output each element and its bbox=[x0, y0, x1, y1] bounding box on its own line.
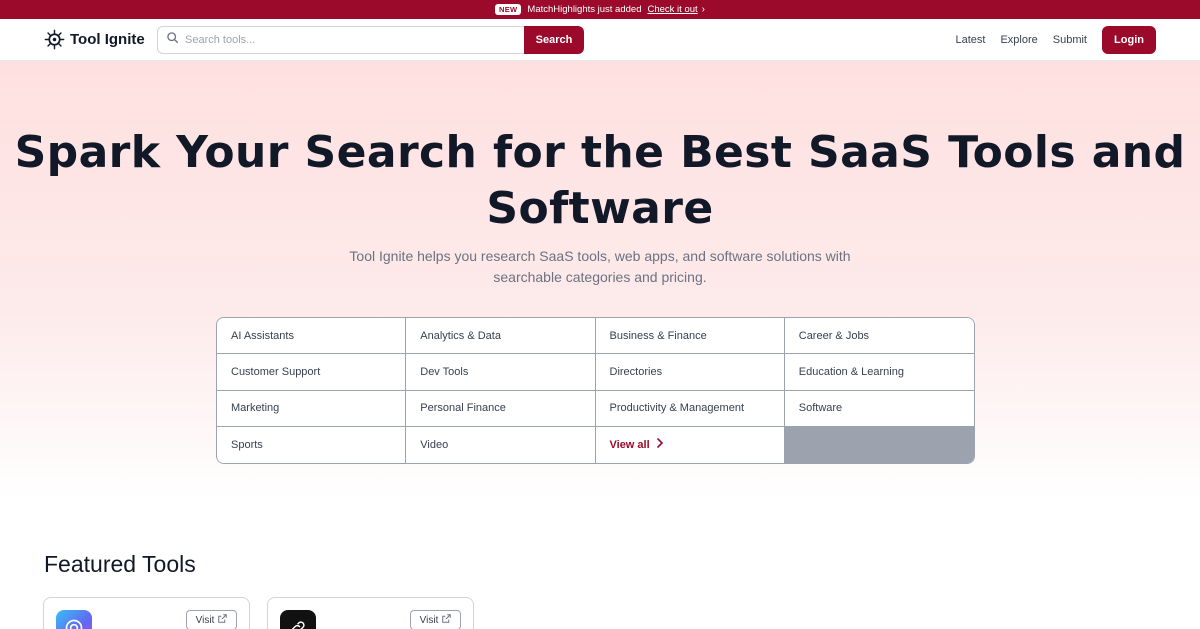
category-item[interactable]: Customer Support bbox=[217, 354, 407, 391]
chevron-right-icon bbox=[656, 438, 664, 451]
category-item[interactable]: AI Assistants bbox=[217, 318, 407, 355]
site-header: Tool Ignite Search Latest Explore Submit… bbox=[0, 19, 1200, 61]
nav-explore[interactable]: Explore bbox=[1000, 34, 1037, 46]
external-link-icon bbox=[442, 614, 452, 626]
visit-label: Visit bbox=[419, 614, 439, 626]
main-nav: Latest Explore Submit Login bbox=[955, 25, 1156, 54]
check-it-out-link[interactable]: Check it out bbox=[647, 4, 697, 15]
visit-button[interactable]: Visit bbox=[186, 610, 237, 629]
view-all-label: View all bbox=[609, 438, 650, 451]
search-box[interactable] bbox=[157, 25, 524, 54]
tool-card[interactable]: Visit bbox=[43, 597, 250, 629]
visit-button[interactable]: Visit bbox=[410, 610, 461, 629]
link-app-icon bbox=[280, 610, 316, 629]
gear-app-icon bbox=[56, 610, 92, 629]
new-badge: NEW bbox=[495, 4, 522, 15]
tool-card[interactable]: Visit bbox=[267, 597, 474, 629]
view-all-link[interactable]: View all bbox=[595, 426, 785, 463]
chevron-right-icon: › bbox=[701, 4, 705, 15]
category-item[interactable]: Career & Jobs bbox=[784, 318, 974, 355]
search-input[interactable] bbox=[185, 33, 516, 46]
visit-label: Visit bbox=[195, 614, 215, 626]
category-item[interactable]: Directories bbox=[595, 354, 785, 391]
category-item[interactable]: Sports bbox=[217, 426, 407, 463]
search-form: Search bbox=[157, 25, 584, 54]
logo[interactable]: Tool Ignite bbox=[44, 29, 157, 50]
category-grid: AI Assistants Analytics & Data Business … bbox=[216, 317, 975, 464]
category-item[interactable]: Marketing bbox=[217, 390, 407, 427]
login-button[interactable]: Login bbox=[1102, 25, 1156, 54]
nav-submit[interactable]: Submit bbox=[1053, 34, 1087, 46]
announcement-text: MatchHighlights just added bbox=[527, 4, 642, 15]
nav-latest[interactable]: Latest bbox=[955, 34, 985, 46]
category-item[interactable]: Software bbox=[784, 390, 974, 427]
category-item[interactable]: Dev Tools bbox=[406, 354, 596, 391]
category-item[interactable]: Video bbox=[406, 426, 596, 463]
category-item[interactable]: Business & Finance bbox=[595, 318, 785, 355]
hero-title: Spark Your Search for the Best SaaS Tool… bbox=[14, 127, 1186, 234]
spark-wheel-icon bbox=[44, 29, 65, 50]
hero-section: Spark Your Search for the Best SaaS Tool… bbox=[0, 61, 1200, 501]
grid-filler bbox=[784, 426, 974, 463]
category-item[interactable]: Analytics & Data bbox=[406, 318, 596, 355]
search-button[interactable]: Search bbox=[524, 25, 584, 54]
logo-text: Tool Ignite bbox=[70, 31, 145, 48]
hero-subtitle: Tool Ignite helps you research SaaS tool… bbox=[349, 248, 851, 285]
search-icon bbox=[166, 31, 179, 49]
featured-tools-heading: Featured Tools bbox=[44, 551, 196, 577]
category-item[interactable]: Personal Finance bbox=[406, 390, 596, 427]
external-link-icon bbox=[218, 614, 228, 626]
announcement-bar: NEW MatchHighlights just added Check it … bbox=[0, 0, 1200, 19]
category-item[interactable]: Productivity & Management bbox=[595, 390, 785, 427]
category-item[interactable]: Education & Learning bbox=[784, 354, 974, 391]
